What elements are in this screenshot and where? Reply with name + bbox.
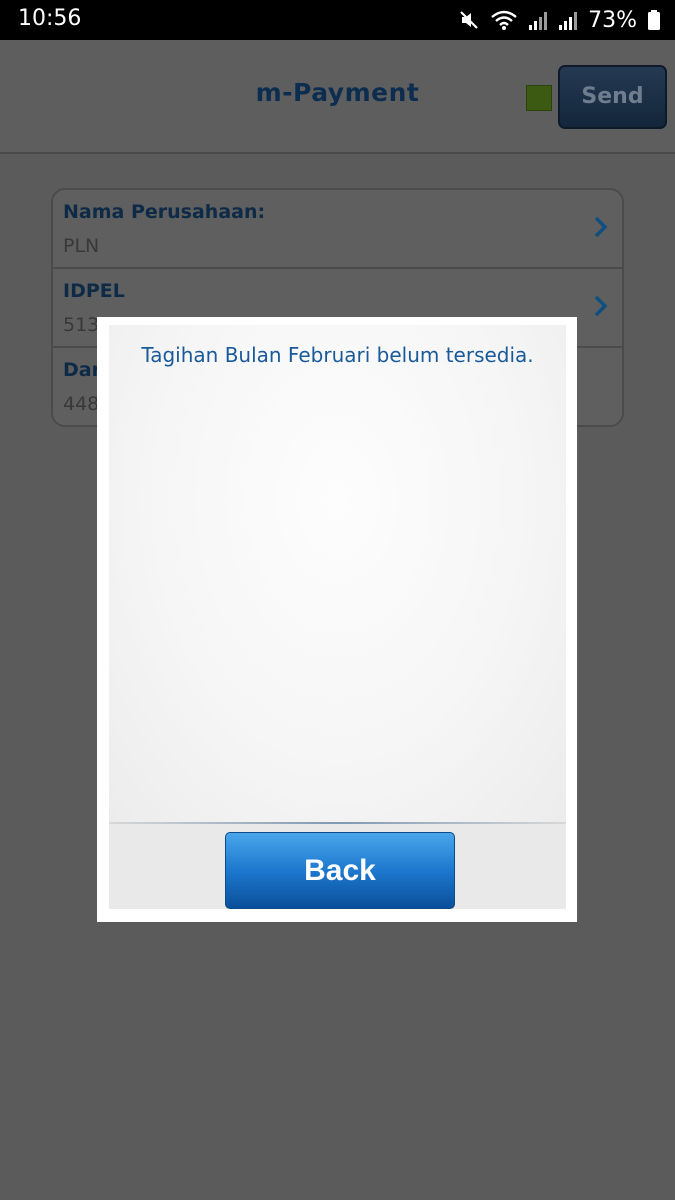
row-value: 513	[63, 314, 100, 336]
alert-dialog: Tagihan Bulan Februari belum tersedia. B…	[97, 317, 577, 922]
chevron-right-icon	[594, 216, 608, 242]
status-indicator	[526, 85, 552, 111]
battery-icon	[647, 5, 661, 35]
row-value: PLN	[63, 235, 100, 257]
signal-icon	[558, 5, 578, 35]
status-time: 10:56	[18, 6, 82, 31]
send-button[interactable]: Send	[558, 65, 667, 129]
dialog-body: Tagihan Bulan Februari belum tersedia.	[109, 325, 566, 823]
form-row-company[interactable]: Nama Perusahaan: PLN	[53, 190, 622, 269]
signal-icon	[528, 5, 548, 35]
mute-icon	[458, 5, 480, 35]
dialog-message: Tagihan Bulan Februari belum tersedia.	[141, 343, 534, 367]
row-label: Dar	[63, 359, 101, 381]
status-bar: 10:56 73%	[0, 0, 675, 40]
back-button[interactable]: Back	[225, 832, 455, 909]
chevron-right-icon	[594, 295, 608, 321]
wifi-icon	[490, 5, 518, 35]
row-label: Nama Perusahaan:	[63, 201, 266, 223]
app-header: m-Payment Send	[0, 40, 675, 154]
status-icons: 73%	[458, 5, 661, 35]
row-value: 448	[63, 393, 100, 415]
row-label: IDPEL	[63, 280, 125, 302]
battery-percent: 73%	[588, 7, 637, 33]
